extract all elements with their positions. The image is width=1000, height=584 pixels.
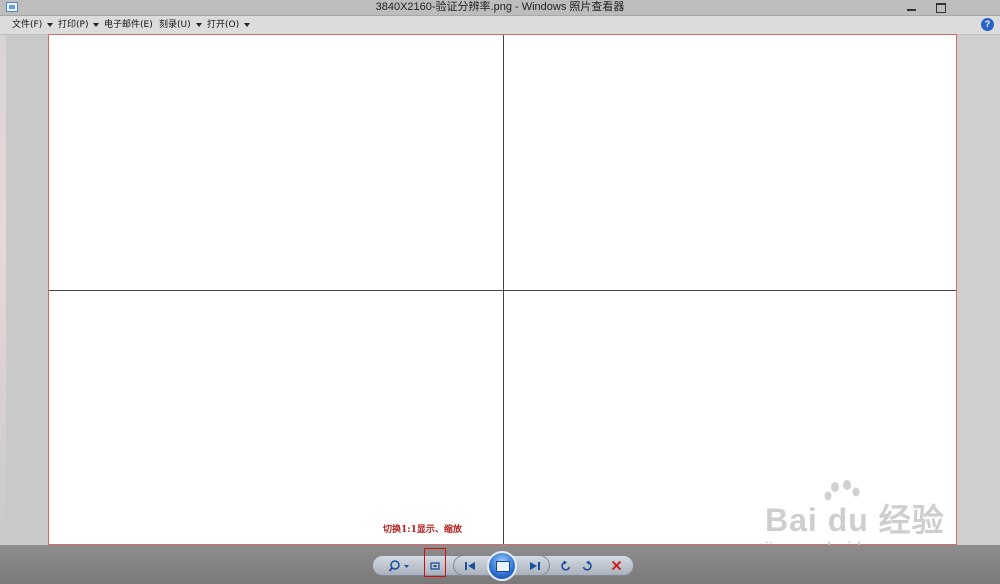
annotation-highlight-box <box>424 548 446 577</box>
chevron-down-icon <box>244 22 251 27</box>
delete-icon <box>611 560 621 571</box>
title-bar: 3840X2160-验证分辨率.png - Windows 照片查看器 <box>0 0 1000 16</box>
rotate-counterclockwise-button[interactable] <box>557 556 575 575</box>
window-controls <box>896 0 1000 15</box>
menu-file-label: 文件(F) <box>12 20 43 30</box>
delete-button[interactable] <box>607 556 625 575</box>
next-icon <box>530 561 540 570</box>
previous-button[interactable] <box>459 556 481 575</box>
help-icon[interactable]: ? <box>981 18 994 31</box>
chevron-down-icon <box>93 22 100 27</box>
window-title: 3840X2160-验证分辨率.png - Windows 照片查看器 <box>375 1 625 13</box>
magnifier-icon <box>389 559 409 572</box>
menu-open-label: 打开(O) <box>207 20 240 30</box>
menu-open[interactable]: 打开(O) <box>207 16 251 34</box>
annotation-caption: 切换1:1显示、缩放 <box>383 525 462 535</box>
chevron-down-icon <box>195 22 202 27</box>
watermark-brand-text: Bai du 经验 <box>765 502 945 538</box>
rotate-clockwise-button[interactable] <box>578 556 596 575</box>
menu-email[interactable]: 电子邮件(E) <box>104 16 153 34</box>
menu-burn[interactable]: 刻录(U) <box>159 16 202 34</box>
previous-icon <box>465 561 475 570</box>
minimize-button[interactable] <box>896 0 926 15</box>
menu-burn-label: 刻录(U) <box>159 20 191 30</box>
menu-email-label: 电子邮件(E) <box>104 20 153 30</box>
slideshow-button[interactable] <box>487 551 517 581</box>
rotate-clockwise-icon <box>582 560 592 571</box>
horizontal-divider-line <box>49 290 956 291</box>
chevron-down-icon <box>47 22 54 27</box>
menu-file[interactable]: 文件(F) <box>12 16 54 34</box>
menu-print[interactable]: 打印(P) <box>58 16 100 34</box>
background-strip-left <box>0 35 6 545</box>
maximize-button[interactable] <box>926 0 956 15</box>
background-strip-right <box>956 35 1000 545</box>
displayed-image[interactable]: 切换1:1显示、缩放 <box>48 34 957 545</box>
menu-bar: 文件(F) 打印(P) 电子邮件(E) 刻录(U) 打开(O) ? <box>0 16 1000 35</box>
next-button[interactable] <box>524 556 546 575</box>
zoom-button[interactable] <box>386 556 414 575</box>
menu-print-label: 打印(P) <box>58 20 89 30</box>
rotate-counterclockwise-icon <box>561 560 571 571</box>
close-button[interactable] <box>956 0 1000 15</box>
